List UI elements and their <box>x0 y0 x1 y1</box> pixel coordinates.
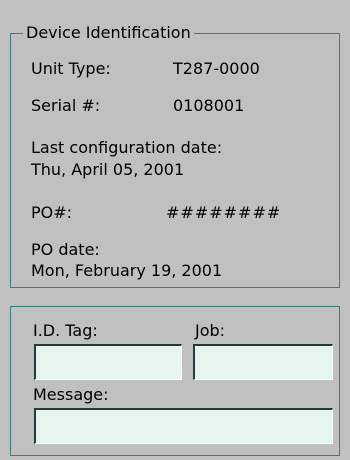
message-input[interactable] <box>34 408 333 444</box>
po-row: PO#: ######## <box>31 203 280 223</box>
unit-type-label: Unit Type: <box>31 59 111 78</box>
po-label: PO#: <box>31 203 73 222</box>
device-identification-group: Device Identification Unit Type: T287-00… <box>10 23 340 288</box>
unit-type-value: T287-0000 <box>173 59 260 78</box>
job-label: Job: <box>195 321 226 340</box>
last-configuration-label: Last configuration date: <box>31 138 223 157</box>
po-date-label: PO date: <box>31 240 100 259</box>
serial-label: Serial #: <box>31 96 101 115</box>
device-identification-title: Device Identification <box>23 23 194 43</box>
serial-row: Serial #: 0108001 <box>31 96 244 116</box>
po-value: ######## <box>166 203 282 222</box>
id-tag-label: I.D. Tag: <box>33 321 98 340</box>
message-label: Message: <box>33 385 109 404</box>
tag-info-group: I.D. Tag: Job: Message: <box>10 306 340 456</box>
po-date-value: Mon, February 19, 2001 <box>31 261 223 280</box>
serial-value: 0108001 <box>173 96 245 115</box>
unit-type-row: Unit Type: T287-0000 <box>31 59 260 79</box>
id-tag-input[interactable] <box>34 344 182 380</box>
last-configuration-value: Thu, April 05, 2001 <box>31 160 185 179</box>
job-input[interactable] <box>193 344 333 380</box>
